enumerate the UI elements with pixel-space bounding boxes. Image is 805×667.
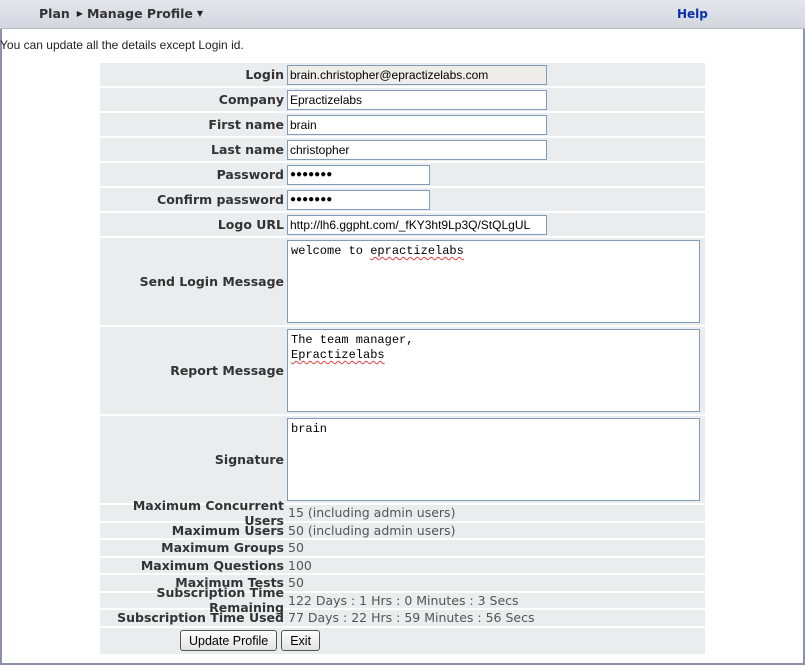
login-field: brain.christopher@epractizelabs.com	[287, 64, 547, 85]
send-login-message-label: Send Login Message	[139, 274, 284, 289]
signature-row: Signature brain	[100, 416, 705, 503]
button-row: Update Profile Exit	[100, 627, 705, 654]
info-value: 77 Days : 22 Hrs : 59 Minutes : 56 Secs	[288, 610, 535, 626]
chevron-right-icon: ▶	[76, 9, 83, 18]
intro-text: You can update all the details except Lo…	[0, 38, 244, 52]
info-value: 50	[288, 575, 304, 591]
info-label: Maximum Users	[171, 522, 284, 538]
first-name-row: First name brain	[100, 113, 705, 136]
login-label: Login	[245, 67, 284, 82]
info-row: Maximum Questions 100	[100, 557, 705, 573]
info-value: 50	[288, 540, 304, 556]
login-row: Login brain.christopher@epractizelabs.co…	[100, 63, 705, 86]
chevron-down-icon[interactable]: ▼	[197, 9, 203, 18]
breadcrumb-manage-profile[interactable]: Manage Profile	[87, 6, 193, 21]
info-label: Maximum Groups	[161, 540, 284, 556]
confirm-password-row: Confirm password ●●●●●●●	[100, 188, 705, 211]
confirm-password-label: Confirm password	[157, 192, 284, 207]
signature-textarea[interactable]: brain	[287, 418, 700, 501]
help-link[interactable]: Help	[677, 7, 708, 21]
info-value: 122 Days : 1 Hrs : 0 Minutes : 3 Secs	[288, 592, 519, 608]
send-login-message-textarea[interactable]: welcome to epractizelabs	[287, 240, 700, 323]
first-name-label: First name	[208, 117, 284, 132]
company-field[interactable]: Epractizelabs	[287, 89, 547, 110]
signature-label: Signature	[214, 452, 284, 467]
exit-button[interactable]: Exit	[281, 630, 321, 651]
send-login-message-text: welcome to	[291, 244, 371, 258]
report-message-line2: Epractizelabs	[291, 348, 385, 362]
info-label: Maximum Questions	[140, 557, 284, 573]
password-field[interactable]: ●●●●●●●	[287, 164, 430, 185]
info-value: 100	[288, 557, 312, 573]
update-profile-button[interactable]: Update Profile	[180, 630, 278, 651]
last-name-row: Last name christopher	[100, 138, 705, 161]
info-row: Maximum Groups 50	[100, 540, 705, 556]
password-row: Password ●●●●●●●	[100, 163, 705, 186]
signature-line1: brain	[291, 422, 328, 436]
company-label: Company	[218, 92, 284, 107]
info-value: 50 (including admin users)	[288, 522, 456, 538]
password-label: Password	[216, 167, 284, 182]
report-message-line1: The team manager,	[291, 333, 414, 347]
report-message-label: Report Message	[170, 363, 284, 378]
info-row: Subscription Time Remaining 122 Days : 1…	[100, 585, 705, 615]
top-navigation-bar: Plan ▶ Manage Profile ▼ Help	[0, 0, 805, 29]
info-row: Maximum Users 50 (including admin users)	[100, 522, 705, 538]
logo-url-field[interactable]: http://lh6.ggpht.com/_fKY3ht9Lp3Q/StQLgU…	[287, 214, 547, 235]
last-name-label: Last name	[210, 142, 284, 157]
info-row: Maximum Concurrent Users 15 (including a…	[100, 498, 705, 528]
logo-url-label: Logo URL	[217, 217, 284, 232]
confirm-password-field[interactable]: ●●●●●●●	[287, 189, 430, 210]
info-value: 15 (including admin users)	[288, 505, 456, 521]
profile-form: Login brain.christopher@epractizelabs.co…	[100, 63, 705, 654]
first-name-field[interactable]: brain	[287, 114, 547, 135]
last-name-field[interactable]: christopher	[287, 139, 547, 160]
report-message-textarea[interactable]: The team manager, Epractizelabs	[287, 329, 700, 412]
send-login-message-text-misspelled: epractizelabs	[370, 244, 464, 258]
breadcrumb-plan[interactable]: Plan	[39, 6, 70, 21]
breadcrumb: Plan ▶ Manage Profile ▼	[39, 6, 203, 21]
logo-url-row: Logo URL http://lh6.ggpht.com/_fKY3ht9Lp…	[100, 213, 705, 236]
send-login-message-row: Send Login Message welcome to epractizel…	[100, 238, 705, 325]
info-label: Subscription Time Used	[117, 610, 284, 626]
company-row: Company Epractizelabs	[100, 88, 705, 111]
info-row: Subscription Time Used 77 Days : 22 Hrs …	[100, 610, 705, 626]
report-message-row: Report Message The team manager, Epractiz…	[100, 327, 705, 414]
